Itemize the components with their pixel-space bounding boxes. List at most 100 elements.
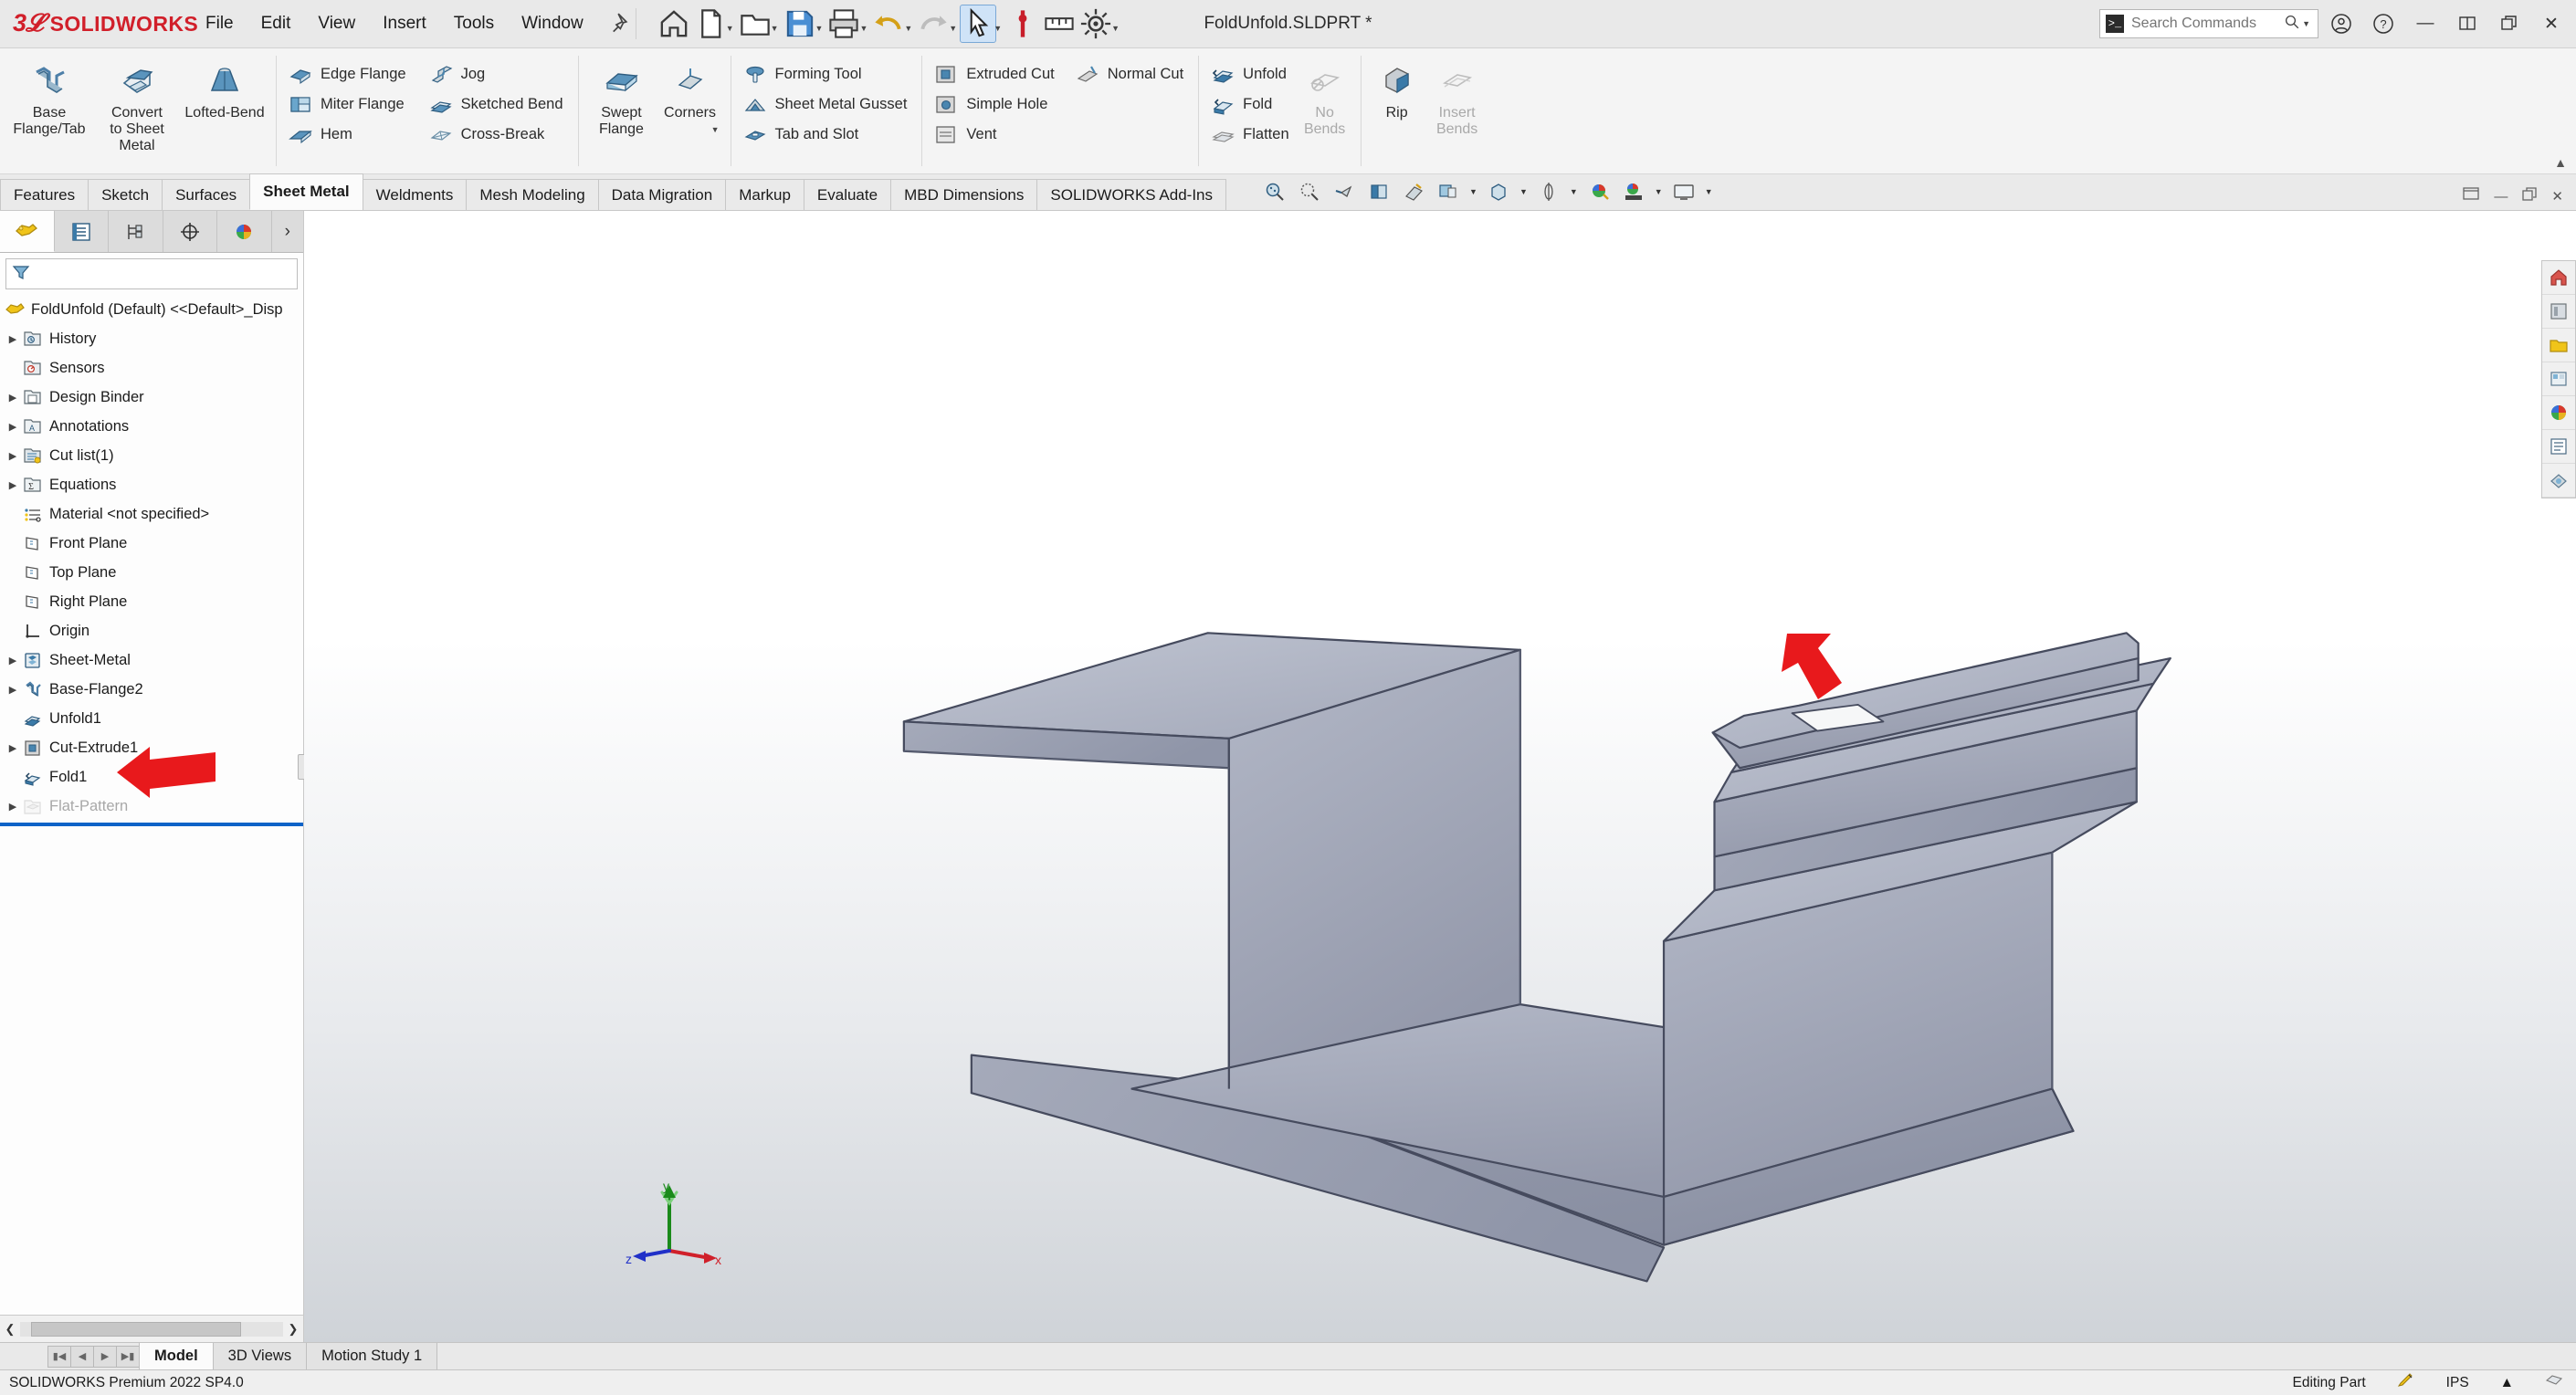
sheet-metal-part-model[interactable] xyxy=(304,211,2576,1342)
lofted-bend-button[interactable]: Lofted-Bend xyxy=(181,56,268,127)
edit-appearance-icon[interactable] xyxy=(1532,176,1565,207)
open-folder-icon[interactable] xyxy=(738,5,773,42)
tab-surfaces[interactable]: Surfaces xyxy=(162,179,251,210)
view-orientation-icon[interactable] xyxy=(1397,176,1430,207)
redo-caret-icon[interactable]: ▼ xyxy=(949,24,957,42)
pin-icon[interactable] xyxy=(605,12,628,36)
fold-button[interactable]: Fold xyxy=(1206,89,1296,119)
expand-chevron-icon[interactable]: ▶ xyxy=(4,421,22,433)
options-caret-icon[interactable]: ▼ xyxy=(1111,24,1120,42)
cross-break-button[interactable]: Cross-Break xyxy=(425,120,571,149)
display-manager-tab[interactable] xyxy=(217,211,272,252)
bottom-tab-motion-study-1[interactable]: Motion Study 1 xyxy=(306,1343,438,1369)
tab-mesh-modeling[interactable]: Mesh Modeling xyxy=(466,179,599,210)
tree-root-item[interactable]: FoldUnfold (Default) <<Default>_Disp xyxy=(0,295,303,324)
tab-evaluate[interactable]: Evaluate xyxy=(803,179,892,210)
swept-flange-button[interactable]: Swept Flange xyxy=(586,56,657,143)
render-tools-icon[interactable] xyxy=(2542,464,2575,498)
view-settings-icon[interactable] xyxy=(1617,176,1650,207)
sketched-bend-button[interactable]: Sketched Bend xyxy=(425,89,571,119)
menu-item-file[interactable]: File xyxy=(192,8,247,39)
measure-icon[interactable] xyxy=(1042,5,1077,42)
account-icon[interactable] xyxy=(2322,5,2360,42)
print-icon[interactable] xyxy=(826,5,861,42)
expand-chevron-icon[interactable]: ▶ xyxy=(4,392,22,404)
tab-sketch[interactable]: Sketch xyxy=(88,179,163,210)
unfold-button[interactable]: Unfold xyxy=(1206,59,1296,89)
open-caret-icon[interactable]: ▼ xyxy=(771,24,779,42)
design-library-icon[interactable] xyxy=(2542,295,2575,329)
expand-chevron-icon[interactable]: ▶ xyxy=(4,450,22,462)
no-bends-button[interactable]: No Bends xyxy=(1297,56,1353,143)
status-units[interactable]: IPS xyxy=(2446,1375,2469,1391)
dimxpert-manager-tab[interactable] xyxy=(163,211,217,252)
corners-dropdown-caret-icon[interactable]: ▼ xyxy=(711,125,720,134)
search-icon[interactable] xyxy=(2284,14,2300,35)
menu-item-insert[interactable]: Insert xyxy=(369,8,440,39)
close-icon[interactable]: ✕ xyxy=(2532,5,2571,42)
caret-up-icon[interactable]: ▲ xyxy=(2500,1375,2514,1391)
view-palette-icon[interactable] xyxy=(2542,362,2575,396)
tree-item-base-flange2[interactable]: ▶ Base-Flange2 xyxy=(0,675,303,704)
tab-sheet-metal[interactable]: Sheet Metal xyxy=(249,173,363,210)
tree-item-cut-list-1[interactable]: ▶ Cut list(1) xyxy=(0,441,303,470)
tree-item-front-plane[interactable]: Front Plane xyxy=(0,529,303,558)
tab-and-slot-button[interactable]: Tab and Slot xyxy=(739,120,915,149)
appearances-icon[interactable] xyxy=(2542,396,2575,430)
miter-flange-button[interactable]: Miter Flange xyxy=(284,89,414,119)
feature-tree-hscrollbar[interactable]: ❮ ❯ xyxy=(0,1315,303,1342)
display-style-caret-icon[interactable]: ▼ xyxy=(1467,187,1480,196)
help-icon[interactable]: ? xyxy=(2364,5,2403,42)
vent-button[interactable]: Vent xyxy=(930,120,1061,149)
first-icon[interactable]: ▮◀ xyxy=(47,1345,71,1368)
tree-item-annotations[interactable]: ▶ A Annotations xyxy=(0,412,303,441)
tab-solidworks-add-ins[interactable]: SOLIDWORKS Add-Ins xyxy=(1036,179,1227,210)
section-view-icon[interactable] xyxy=(1362,176,1395,207)
view-palette-home-icon[interactable] xyxy=(2542,261,2575,295)
expand-chevron-icon[interactable]: ▶ xyxy=(4,742,22,754)
expand-chevron-icon[interactable]: ▶ xyxy=(4,684,22,696)
file-explorer-icon[interactable] xyxy=(2542,329,2575,362)
expand-chevron-icon[interactable]: ▶ xyxy=(4,801,22,813)
maximize-icon[interactable] xyxy=(2490,5,2529,42)
flatten-button[interactable]: Flatten xyxy=(1206,120,1296,149)
save-caret-icon[interactable]: ▼ xyxy=(815,24,824,42)
rollback-bar[interactable] xyxy=(0,823,303,826)
tree-item-design-binder[interactable]: ▶ Design Binder xyxy=(0,383,303,412)
search-commands-box[interactable]: >_ ▼ xyxy=(2099,9,2318,38)
edge-flange-button[interactable]: Edge Flange xyxy=(284,59,414,89)
hscroll-left-icon[interactable]: ❮ xyxy=(0,1322,20,1337)
graphics-area[interactable]: x y z xyxy=(304,211,2576,1342)
viewport-icon[interactable] xyxy=(1667,176,1700,207)
options-gear-icon[interactable] xyxy=(1078,5,1113,42)
tab-markup[interactable]: Markup xyxy=(725,179,804,210)
tree-item-right-plane[interactable]: Right Plane xyxy=(0,587,303,616)
last-icon[interactable]: ▶▮ xyxy=(116,1345,140,1368)
hscroll-thumb[interactable] xyxy=(31,1321,241,1337)
hide-show-caret-icon[interactable]: ▼ xyxy=(1517,187,1530,196)
menu-item-view[interactable]: View xyxy=(304,8,369,39)
tree-item-sheet-metal[interactable]: ▶ Sheet-Metal xyxy=(0,645,303,675)
menu-item-window[interactable]: Window xyxy=(508,8,597,39)
hscroll-track[interactable] xyxy=(20,1321,283,1337)
select-arrow-icon[interactable] xyxy=(960,5,997,43)
minimize-icon[interactable]: — xyxy=(2406,5,2445,42)
doc-close-icon[interactable]: ✕ xyxy=(2551,188,2563,205)
tree-item-unfold1[interactable]: Unfold1 xyxy=(0,704,303,733)
convert-to-sheet-metal-button[interactable]: Convert to Sheet Metal xyxy=(93,56,181,160)
tab-features[interactable]: Features xyxy=(0,179,89,210)
edit-part-icon[interactable] xyxy=(2397,1371,2415,1394)
overlay-icon[interactable] xyxy=(2545,1371,2563,1394)
save-icon[interactable] xyxy=(783,5,817,42)
base-flange-tab-button[interactable]: Base Flange/Tab xyxy=(5,56,93,143)
tab-data-migration[interactable]: Data Migration xyxy=(597,179,727,210)
redo-icon[interactable] xyxy=(916,5,951,42)
tree-item-equations[interactable]: ▶ Σ Equations xyxy=(0,470,303,499)
doc-maximize-icon[interactable] xyxy=(2522,187,2538,205)
display-style-icon[interactable] xyxy=(1432,176,1465,207)
search-input[interactable] xyxy=(2129,15,2266,33)
home-icon[interactable] xyxy=(657,5,691,42)
simple-hole-button[interactable]: Simple Hole xyxy=(930,89,1061,119)
previous-view-icon[interactable] xyxy=(1328,176,1361,207)
bottom-tab-model[interactable]: Model xyxy=(139,1343,214,1369)
